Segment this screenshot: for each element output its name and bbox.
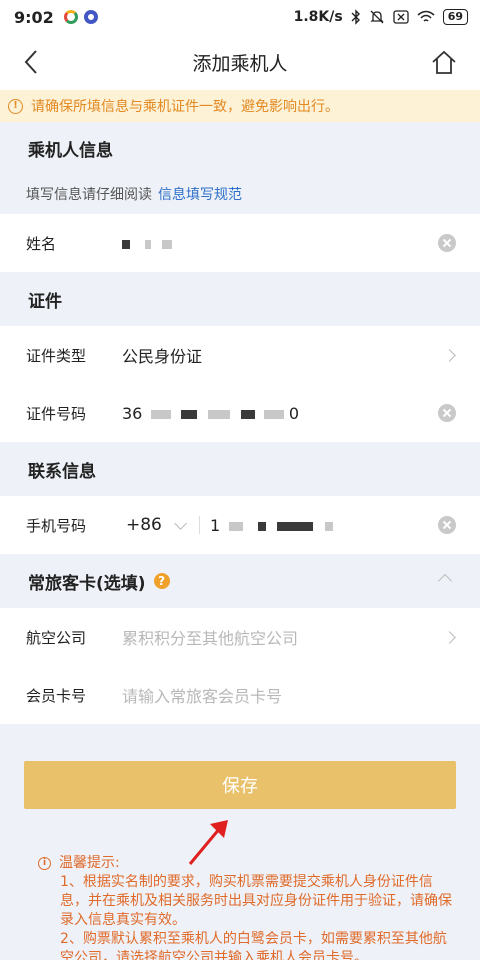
member-card-row[interactable]: 会员卡号 请输入常旅客会员卡号 [0,666,480,724]
masked-text [324,521,333,531]
warning-banner: ! 请确保所填信息与乘机证件一致，避免影响出行。 [0,90,480,122]
member-card-input[interactable]: 请输入常旅客会员卡号 [122,683,282,707]
save-button[interactable]: 保存 [24,761,456,809]
info-icon: i [38,857,51,870]
tip-item: 1、根据实名制的要求，购买机票需要提交乘机人身份证件信息，并在乘机及相关服务时出… [60,874,452,928]
certificate-type-label: 证件类型 [26,346,87,365]
home-icon[interactable] [430,48,458,76]
certificate-number-input[interactable]: 36 0 [122,404,299,423]
info-icon: ! [8,98,23,114]
name-row[interactable]: 姓名 [0,214,480,272]
masked-text [258,521,267,531]
phone-prefix: 1 [210,515,221,535]
clear-icon[interactable] [438,516,456,534]
tips-title-text: 温馨提示: [59,855,120,871]
certificate-number-row[interactable]: 证件号码 36 0 [0,384,480,442]
tip-item: 2、购票默认累积至乘机人的白鹭会员卡，如需要累积至其他航空公司，请选择航空公司并… [60,931,447,960]
member-card-label: 会员卡号 [26,686,87,705]
section-header-frequent-flyer[interactable]: 常旅客卡(选填) ? [0,554,480,608]
section-header-contact: 联系信息 [0,442,480,496]
app-notification-icon [83,10,98,24]
masked-text [240,409,255,419]
airline-label: 航空公司 [26,628,87,647]
frequent-flyer-title: 常旅客卡(选填) [28,573,146,594]
masked-text [263,409,284,419]
masked-text [277,521,314,531]
mute-icon [370,10,384,24]
warning-text: 请确保所填信息与乘机证件一致，避免影响出行。 [31,99,339,115]
clear-icon[interactable] [438,404,456,422]
masked-text [162,239,173,249]
airline-row[interactable]: 航空公司 累积积分至其他航空公司 [0,608,480,666]
chevron-right-icon [443,630,456,644]
battery-level: 69 [442,9,468,25]
status-right: 1.8K/s 69 [294,9,468,25]
certificate-number-prefix: 36 [122,403,143,423]
certificate-number-suffix: 0 [288,403,300,423]
masked-text [145,239,152,249]
masked-text [229,521,244,531]
nav-bar: 添加乘机人 [0,34,480,90]
status-time: 9:02 [14,7,54,27]
chevron-right-icon [443,348,456,362]
name-label: 姓名 [26,234,57,253]
chevron-up-icon[interactable] [437,573,453,589]
masked-text [122,239,130,249]
page-title: 添加乘机人 [192,52,288,75]
chevron-down-icon[interactable] [174,516,187,530]
network-speed: 1.8K/s [293,9,343,25]
app-notification-icon [63,10,78,24]
phone-row[interactable]: 手机号码 +86 1 [0,496,480,554]
sim-off-icon [393,10,409,24]
tips-title: i 温馨提示: [38,854,458,873]
status-bar: 9:02 1.8K/s 69 [0,0,480,34]
status-app-icons [63,10,98,24]
clear-icon[interactable] [438,234,456,252]
divider [199,516,200,534]
country-code-select[interactable]: +86 [126,515,170,535]
certificate-type-row[interactable]: 证件类型 公民身份证 [0,326,480,384]
back-arrow-icon[interactable] [20,48,44,76]
certificate-type-value: 公民身份证 [122,347,203,366]
wifi-icon [417,10,435,22]
masked-text [180,409,197,419]
masked-text [151,409,172,419]
certificate-number-label: 证件号码 [26,404,87,423]
section-header-passenger: 乘机人信息 [0,122,480,174]
tips: i 温馨提示: 1、根据实名制的要求，购买机票需要提交乘机人身份证件信息，并在乘… [38,854,458,960]
airline-select[interactable]: 累积积分至其他航空公司 [122,625,298,649]
bluetooth-icon [351,9,360,25]
fill-rules-link[interactable]: 信息填写规范 [158,184,242,204]
phone-input[interactable]: 1 [210,516,333,535]
fill-note-text: 填写信息请仔细阅读 [26,187,152,203]
name-input[interactable] [122,234,173,253]
help-icon[interactable]: ? [153,573,170,589]
section-header-certificate: 证件 [0,272,480,326]
phone-label: 手机号码 [26,516,87,535]
fill-note: 填写信息请仔细阅读 信息填写规范 [0,174,480,214]
masked-text [207,409,230,419]
